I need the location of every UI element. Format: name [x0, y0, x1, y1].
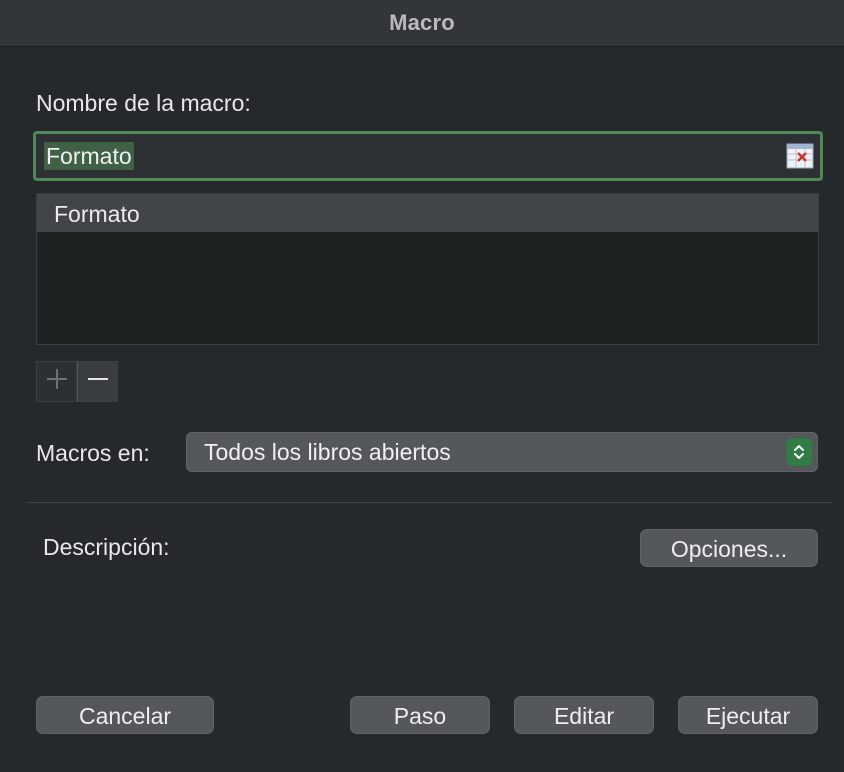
edit-button[interactable]: Editar: [514, 696, 654, 734]
options-button[interactable]: Opciones...: [640, 529, 818, 567]
add-macro-button[interactable]: [36, 361, 77, 402]
cancel-button[interactable]: Cancelar: [36, 696, 214, 734]
updown-chevron-icon[interactable]: [786, 438, 812, 466]
macros-in-select[interactable]: Todos los libros abiertos: [186, 432, 818, 472]
list-item[interactable]: Formato: [37, 194, 818, 232]
macro-dialog: Macro Nombre de la macro: Formato Format…: [0, 0, 844, 772]
list-add-remove-controls: [36, 361, 118, 402]
remove-macro-button[interactable]: [77, 361, 118, 402]
plus-icon: [46, 368, 68, 395]
macros-in-selected-value: Todos los libros abiertos: [204, 439, 451, 465]
step-button[interactable]: Paso: [350, 696, 490, 734]
title-bar[interactable]: Macro: [0, 0, 844, 47]
range-reference-icon[interactable]: [786, 143, 814, 169]
macros-in-label: Macros en:: [36, 440, 150, 466]
macro-name-label: Nombre de la macro:: [36, 90, 251, 116]
run-button[interactable]: Ejecutar: [678, 696, 818, 734]
window-title: Macro: [389, 10, 455, 35]
macro-name-value[interactable]: Formato: [44, 142, 134, 170]
section-divider: [26, 502, 833, 503]
macro-name-field[interactable]: Formato: [33, 131, 823, 181]
macro-list[interactable]: Formato: [36, 193, 819, 345]
description-label: Descripción:: [43, 534, 170, 560]
minus-icon: [87, 368, 109, 395]
